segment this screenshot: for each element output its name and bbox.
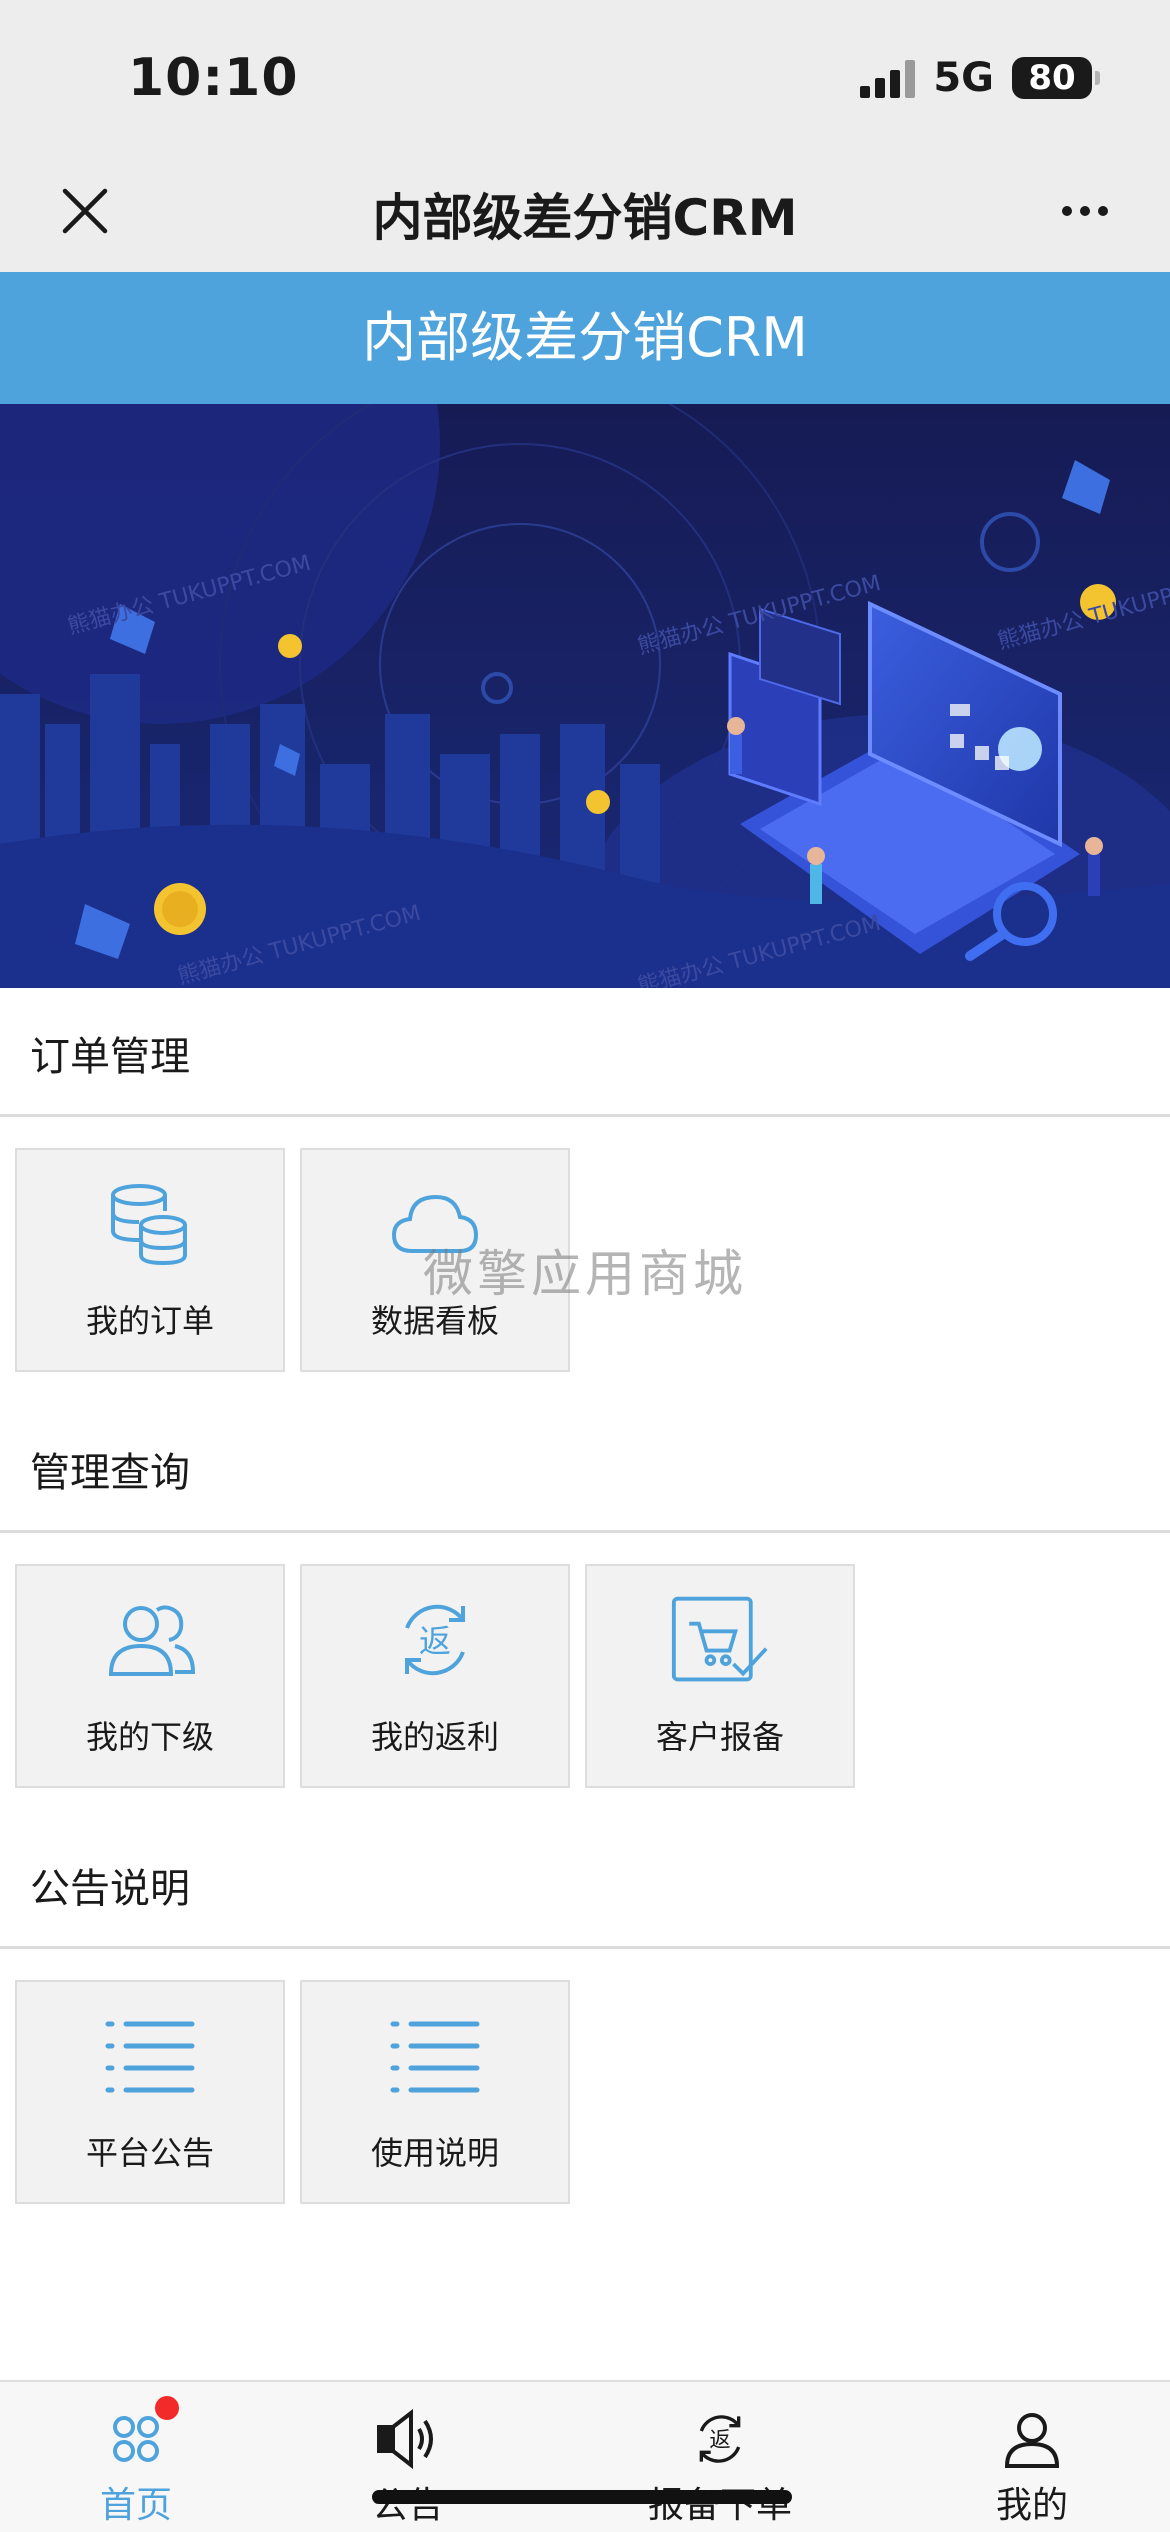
tab-mine[interactable]: 我的 <box>932 2382 1132 2532</box>
tile-customer-report[interactable]: 客户报备 <box>585 1564 855 1788</box>
notification-badge <box>155 2396 179 2420</box>
tile-label: 数据看板 <box>370 1302 499 1340</box>
users-icon <box>100 1590 200 1690</box>
tile-usage-instructions[interactable]: 使用说明 <box>300 1980 570 2204</box>
tile-my-orders[interactable]: 我的订单 <box>15 1148 285 1372</box>
tile-data-dashboard[interactable]: 数据看板 <box>300 1148 570 1372</box>
network-label: 5G <box>933 55 994 101</box>
status-indicators: 5G 80 <box>860 54 1100 102</box>
divider <box>0 1114 1170 1117</box>
tile-platform-announcement[interactable]: 平台公告 <box>15 1980 285 2204</box>
section-title-management: 管理查询 <box>30 1450 190 1496</box>
tab-label: 我的 <box>995 2485 1068 2526</box>
svg-text:返: 返 <box>709 2428 730 2453</box>
more-button[interactable] <box>1052 178 1118 244</box>
svg-text:返: 返 <box>419 1622 451 1660</box>
rebate-icon: 返 <box>385 1590 485 1690</box>
tile-my-rebate[interactable]: 返 我的返利 <box>300 1564 570 1788</box>
list-icon <box>100 2006 200 2106</box>
section-title-notices: 公告说明 <box>30 1866 190 1912</box>
section-title-orders: 订单管理 <box>30 1034 190 1080</box>
tab-report-order[interactable]: 返 报备下单 <box>620 2382 820 2532</box>
tab-home[interactable]: 首页 <box>36 2382 236 2532</box>
cloud-icon <box>385 1174 485 1274</box>
cart-check-icon <box>670 1590 770 1690</box>
tile-label: 使用说明 <box>370 2134 499 2172</box>
nav-bar: 内部级差分销CRM <box>0 150 1170 272</box>
home-grid-icon <box>103 2396 179 2470</box>
database-icon <box>100 1174 200 1274</box>
divider <box>0 1946 1170 1949</box>
tile-label: 我的下级 <box>85 1718 214 1756</box>
tab-label: 首页 <box>99 2485 172 2526</box>
tab-announcements[interactable]: 公告 <box>308 2382 508 2532</box>
battery-icon: 80 <box>1012 57 1100 99</box>
tile-label: 我的返利 <box>370 1718 499 1756</box>
rebate-icon: 返 <box>687 2408 753 2470</box>
signal-icon <box>860 58 916 98</box>
app-header: 内部级差分销CRM <box>0 272 1170 404</box>
status-bar: 10:10 5G 80 <box>0 0 1170 150</box>
home-indicator[interactable] <box>372 2490 792 2504</box>
nav-title: 内部级差分销CRM <box>372 189 798 247</box>
status-time: 10:10 <box>128 48 299 108</box>
divider <box>0 1530 1170 1533</box>
tile-label: 客户报备 <box>655 1718 784 1756</box>
tab-bar: 首页 公告 返 报备下单 我的 <box>0 2380 1170 2532</box>
user-icon <box>999 2408 1065 2470</box>
tile-label: 平台公告 <box>85 2134 214 2172</box>
tile-label: 我的订单 <box>85 1302 214 1340</box>
list-icon <box>385 2006 485 2106</box>
banner-image: 熊猫办公 TUKUPPT.COM 熊猫办公 TUKUPPT.COM 熊猫办公 T… <box>0 404 1170 988</box>
more-icon <box>1062 206 1072 216</box>
tile-my-subordinates[interactable]: 我的下级 <box>15 1564 285 1788</box>
speaker-icon <box>375 2408 441 2470</box>
